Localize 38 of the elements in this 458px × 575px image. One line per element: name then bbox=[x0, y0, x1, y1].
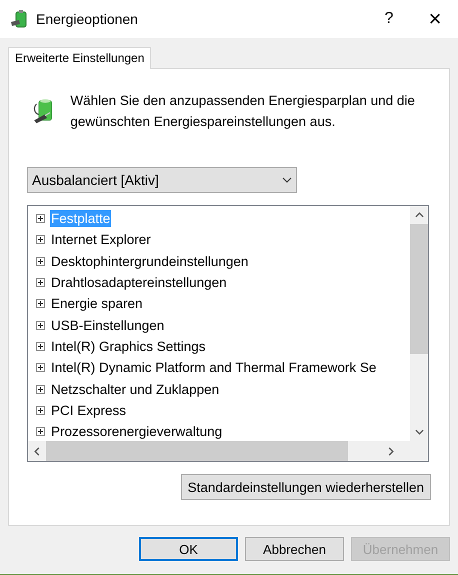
tree-item[interactable]: PCI Express bbox=[50, 402, 128, 419]
tree-item[interactable]: Intel(R) Graphics Settings bbox=[50, 338, 207, 355]
expand-icon[interactable] bbox=[36, 427, 45, 436]
help-button[interactable]: ? bbox=[366, 0, 412, 38]
close-button[interactable]: × bbox=[412, 0, 458, 38]
vertical-scrollbar[interactable] bbox=[410, 206, 428, 441]
scroll-left-icon[interactable] bbox=[34, 446, 40, 456]
tab[interactable]: Erweiterte Einstellungen bbox=[8, 47, 152, 69]
tree-item[interactable]: Netzschalter und Zuklappen bbox=[50, 380, 220, 398]
scroll-right-icon[interactable] bbox=[388, 446, 394, 456]
scroll-thumb[interactable] bbox=[410, 224, 428, 354]
tree-item[interactable]: Intel(R) Dynamic Platform and Thermal Framework Se bbox=[50, 359, 378, 376]
scroll-down-icon[interactable] bbox=[414, 429, 424, 435]
instruction-text: Wählen Sie den anzupassenden Energiesparplan und die gewünschten Energiespareinstellungen aus. bbox=[70, 92, 416, 131]
expand-icon[interactable] bbox=[36, 384, 45, 394]
dialog-button[interactable]: OK bbox=[139, 537, 238, 561]
expand-icon[interactable] bbox=[36, 320, 45, 330]
restore-defaults-button[interactable]: Standardeinstellungen wiederherstellen bbox=[180, 474, 431, 500]
expand-icon[interactable] bbox=[36, 406, 45, 415]
tree-item[interactable]: Energie sparen bbox=[50, 295, 144, 312]
expand-icon[interactable] bbox=[36, 363, 45, 372]
expand-icon[interactable] bbox=[36, 214, 45, 224]
expand-icon[interactable] bbox=[36, 342, 45, 351]
dialog-button[interactable]: Abbrechen bbox=[245, 537, 344, 561]
plan-dropdown[interactable]: Ausbalanciert [Aktiv] bbox=[27, 167, 297, 193]
tree-item[interactable]: Prozessorenergieverwaltung bbox=[50, 423, 224, 440]
tree-item[interactable]: Internet Explorer bbox=[50, 231, 152, 248]
scroll-up-icon[interactable] bbox=[414, 212, 424, 218]
expand-icon[interactable] bbox=[36, 299, 45, 308]
chevron-down-icon bbox=[282, 177, 292, 183]
scroll-thumb[interactable] bbox=[46, 441, 348, 461]
expand-icon[interactable] bbox=[36, 256, 45, 266]
tree-item[interactable]: Drahtlosadaptereinstellungen bbox=[50, 274, 228, 292]
tree-item[interactable]: USB-Einstellungen bbox=[50, 316, 166, 334]
tree-item[interactable]: Desktophintergrundeinstellungen bbox=[50, 252, 250, 270]
window-title: Energieoptionen bbox=[36, 11, 139, 27]
expand-icon[interactable] bbox=[36, 235, 45, 244]
expand-icon[interactable] bbox=[36, 278, 45, 288]
